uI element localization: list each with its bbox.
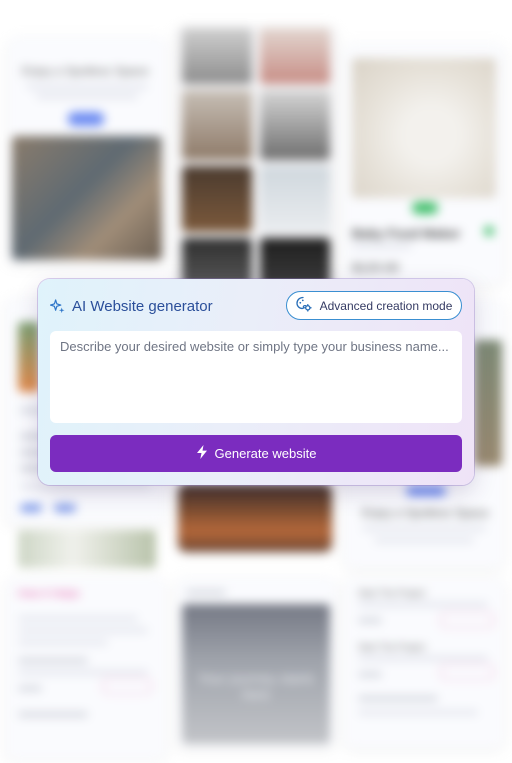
gallery-image: [182, 28, 252, 84]
template-card: How it Helps: [6, 578, 166, 760]
text-placeholder-line: [18, 658, 88, 663]
text-placeholder-line: [18, 670, 148, 675]
panel-header: AI Website generator: [50, 296, 213, 316]
template-card-link: [20, 504, 42, 512]
advanced-creation-mode-button[interactable]: Advanced creation mode: [286, 291, 462, 320]
advanced-creation-mode-label: Advanced creation mode: [319, 298, 453, 313]
template-card-button: [440, 664, 494, 680]
template-card: [178, 484, 332, 552]
product-favorite: [484, 226, 494, 236]
text-placeholder-line: [352, 244, 412, 249]
gallery-image: [182, 90, 252, 160]
template-card-title: Enjoy a Spotless Space: [22, 64, 149, 78]
text-placeholder-line: [358, 656, 488, 661]
lightning-icon: [196, 445, 208, 462]
template-card-heading: How it Helps: [18, 588, 80, 600]
template-card-link: [54, 504, 76, 512]
ai-website-generator-panel: AI Website generator Advanced creation m…: [38, 279, 474, 485]
text-placeholder-line: [362, 526, 486, 531]
product-price: $120.00: [352, 260, 399, 275]
template-card: Enjoy a Spotless Space: [8, 38, 166, 264]
text-placeholder-line: [358, 618, 382, 623]
template-card-button: [102, 678, 152, 694]
template-card-button: [406, 486, 446, 496]
generate-website-label: Generate website: [214, 446, 317, 461]
gallery-image: [260, 90, 330, 160]
text-placeholder-line: [186, 590, 226, 595]
template-card-image: [12, 136, 162, 260]
gallery-image: [260, 28, 330, 84]
template-card-image: [18, 530, 156, 568]
text-placeholder-line: [18, 628, 148, 633]
sparkle-icon: [50, 298, 65, 314]
gallery-image: [182, 166, 252, 232]
text-placeholder-line: [18, 616, 138, 621]
text-placeholder-line: [358, 696, 438, 701]
panel-title: AI Website generator: [72, 297, 213, 315]
text-placeholder-line: [18, 712, 88, 717]
template-card-image: [18, 322, 40, 392]
template-card-image: [474, 340, 502, 466]
product-card: Baby Food Maker $120.00: [344, 44, 504, 284]
template-card: Your journey starts here: [176, 578, 336, 748]
product-badge: [412, 202, 438, 214]
text-placeholder-line: [36, 94, 138, 99]
product-name: Baby Food Maker: [352, 226, 461, 241]
text-placeholder-line: [26, 84, 148, 89]
template-card-overlay-text: Your journey starts here: [197, 670, 315, 702]
product-image: [352, 58, 496, 198]
template-card-button: [440, 612, 494, 628]
gallery-card: [176, 26, 336, 288]
gallery-image: [260, 166, 330, 232]
text-placeholder-line: [18, 686, 42, 691]
text-placeholder-line: [18, 640, 108, 645]
template-card-button: [68, 112, 104, 126]
website-description-input[interactable]: [50, 331, 462, 423]
palette-gear-icon: [295, 296, 312, 315]
template-card-title: Enjoy a Spotless Space: [362, 506, 489, 520]
text-placeholder-line: [358, 710, 478, 715]
text-placeholder-line: [358, 672, 382, 677]
text-placeholder-line: [374, 538, 474, 543]
text-placeholder-line: [358, 602, 488, 607]
template-card-row-label: Start The Project: [358, 642, 426, 652]
generate-website-button[interactable]: Generate website: [50, 435, 462, 472]
template-card: Start The Project Start The Project: [344, 578, 504, 748]
template-card-row-label: Start The Project: [358, 588, 426, 598]
